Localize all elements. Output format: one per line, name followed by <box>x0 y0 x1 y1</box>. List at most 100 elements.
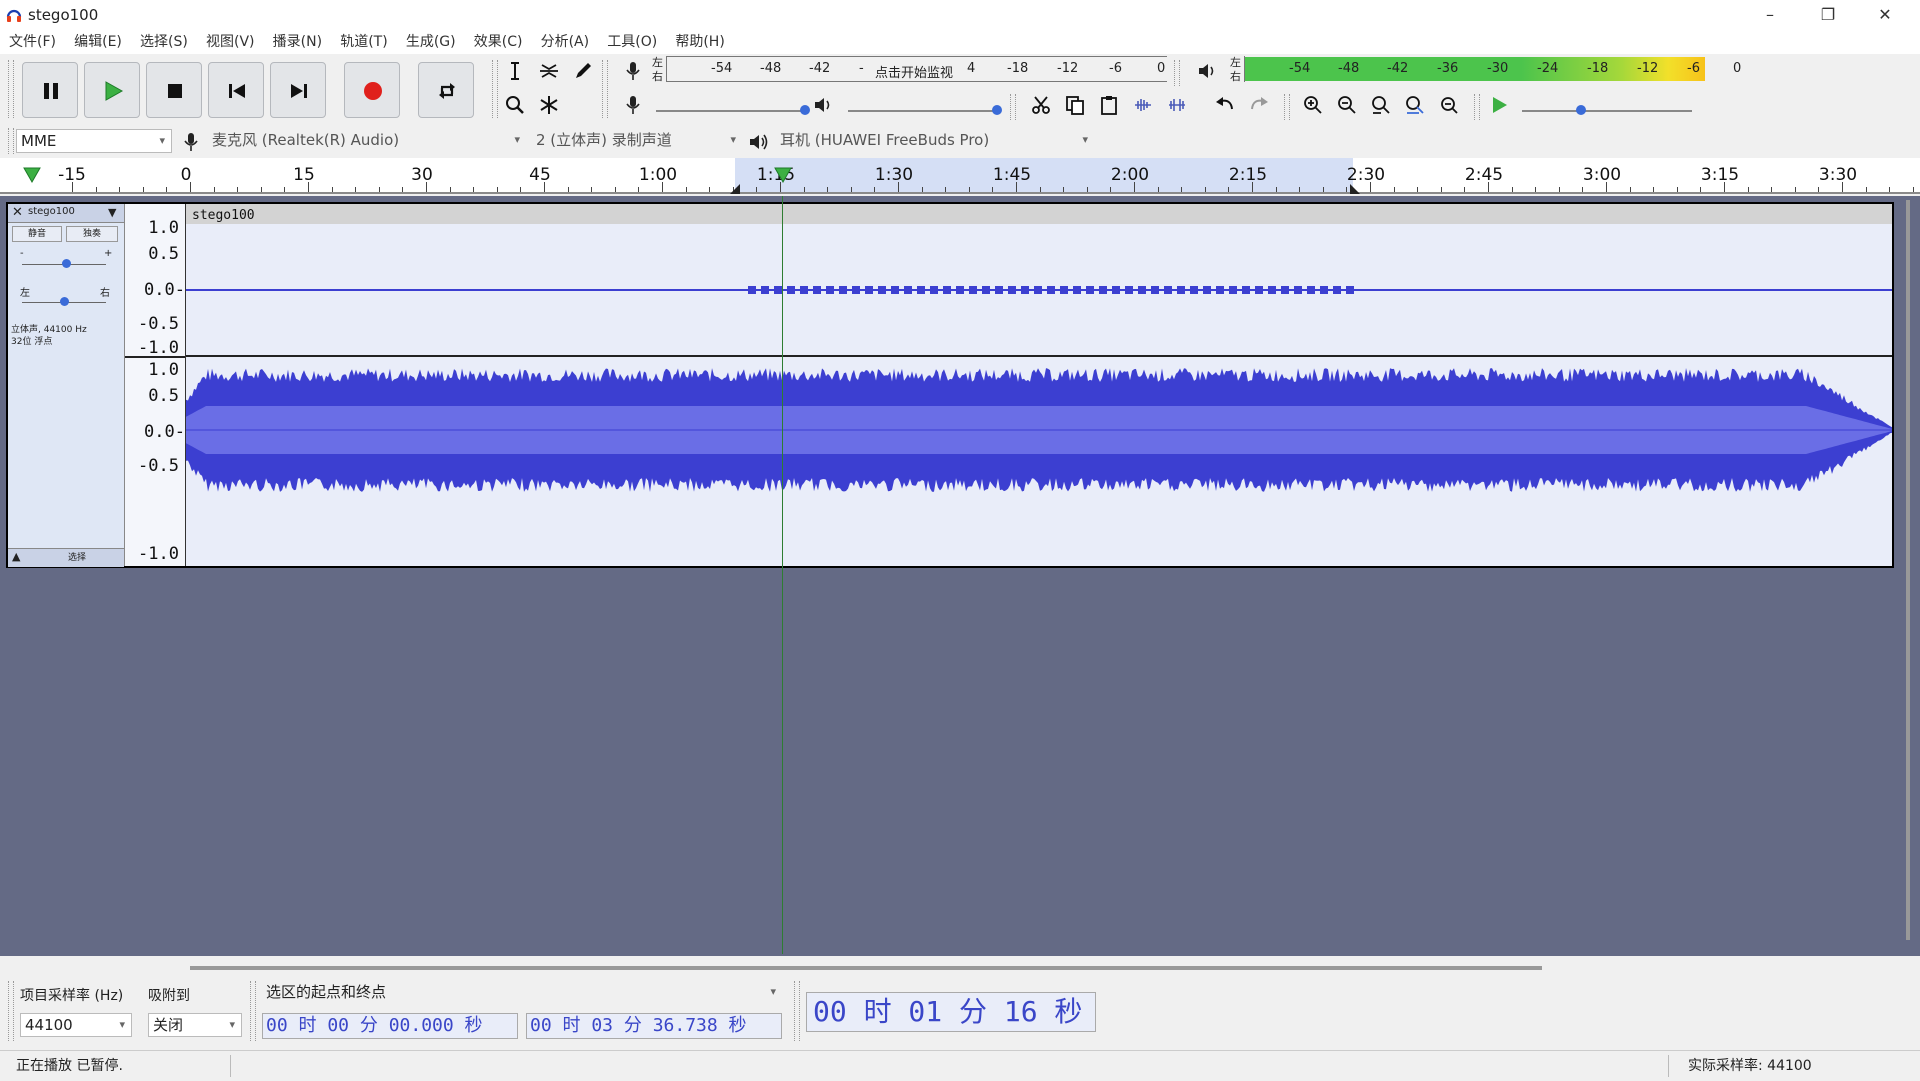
waveform-area[interactable]: stego100 <box>186 204 1892 566</box>
menu-help[interactable]: 帮助(H) <box>668 30 731 54</box>
record-button[interactable] <box>344 62 400 118</box>
horizontal-scrollbar[interactable] <box>190 966 1542 970</box>
clip-header[interactable] <box>186 204 1892 224</box>
zoom-toggle-button[interactable] <box>1434 90 1464 120</box>
toolbar-grip[interactable] <box>492 60 498 118</box>
selection-start-time[interactable]: 00 时 00 分 00.000 秒 <box>262 1013 518 1039</box>
record-meter[interactable]: -54 -48 -42 - 点击开始监视 4 -18 -12 -6 0 <box>666 56 1169 82</box>
zoom-tool-button[interactable] <box>500 90 530 120</box>
play-meter[interactable]: -54 -48 -42 -36 -30 -24 -18 -12 -6 0 <box>1244 56 1745 82</box>
selection-tool-button[interactable] <box>500 56 530 86</box>
select-track-button[interactable]: 选择 <box>32 550 122 563</box>
menu-tools[interactable]: 工具(O) <box>600 30 664 54</box>
menu-effect[interactable]: 效果(C) <box>467 30 530 54</box>
play-at-speed-button[interactable] <box>1484 90 1514 120</box>
microphone-icon <box>184 133 198 151</box>
pin-playhead-icon[interactable] <box>22 166 42 184</box>
record-meter-button[interactable] <box>618 56 648 86</box>
envelope-tool-button[interactable] <box>534 56 564 86</box>
playback-device-select[interactable]: 耳机 (HUAWEI FreeBuds Pro) ▾ <box>776 129 1094 153</box>
recording-device-select[interactable]: 麦克风 (Realtek(R) Audio) ▾ <box>208 129 526 153</box>
mute-button[interactable]: 静音 <box>12 226 62 242</box>
pan-slider[interactable] <box>22 297 106 306</box>
audio-position-display[interactable]: 00 时 01 分 16 秒 <box>806 992 1096 1032</box>
loop-button[interactable] <box>418 62 474 118</box>
collapse-track-icon[interactable]: ▲ <box>12 550 20 563</box>
toolbar-grip[interactable] <box>1284 94 1290 120</box>
pause-button[interactable] <box>22 62 78 118</box>
zoom-in-button[interactable] <box>1298 90 1328 120</box>
toolbar-grip[interactable] <box>8 128 14 154</box>
multi-tool-button[interactable] <box>534 90 564 120</box>
skip-to-end-button[interactable] <box>270 62 326 118</box>
track-close-button[interactable]: ✕ <box>12 205 23 220</box>
speaker-icon <box>1199 64 1214 78</box>
solo-button[interactable]: 独奏 <box>66 226 118 242</box>
vertical-scrollbar[interactable] <box>1906 200 1910 940</box>
snap-to-select[interactable]: 关闭 ▾ <box>148 1013 242 1037</box>
toolbar-grip[interactable] <box>250 981 256 1041</box>
zoom-out-button[interactable] <box>1332 90 1362 120</box>
close-button[interactable]: ✕ <box>1862 0 1908 30</box>
toolbar-grip[interactable] <box>1474 94 1480 120</box>
gain-slider[interactable] <box>22 259 106 268</box>
timeline-label: 0 <box>180 165 192 185</box>
fit-selection-button[interactable] <box>1366 90 1396 120</box>
play-meter-button[interactable] <box>1192 56 1222 86</box>
toolbar-grip[interactable] <box>794 981 800 1041</box>
toolbar-grip[interactable] <box>1010 94 1016 120</box>
selection-mode-select[interactable]: 选区的起点和终点 ▾ <box>262 981 782 1005</box>
menu-select[interactable]: 选择(S) <box>133 30 195 54</box>
selection-end-time[interactable]: 00 时 03 分 36.738 秒 <box>526 1013 782 1039</box>
record-volume-slider[interactable] <box>656 105 810 115</box>
selection-end-marker[interactable] <box>1350 184 1360 194</box>
toolbar-grip[interactable] <box>8 60 14 118</box>
track-control-panel[interactable]: ✕ stego100 ▼ 静音 独奏 - + 左 右 立体声, 44100 Hz… <box>8 204 125 567</box>
restore-button[interactable]: ❐ <box>1805 0 1851 30</box>
silence-audio-button[interactable] <box>1162 90 1192 120</box>
menu-edit[interactable]: 编辑(E) <box>67 30 129 54</box>
redo-button[interactable] <box>1244 90 1274 120</box>
slider-thumb[interactable] <box>1576 105 1586 115</box>
slider-thumb[interactable] <box>992 105 1002 115</box>
project-rate-select[interactable]: 44100 ▾ <box>20 1013 132 1037</box>
cut-button[interactable] <box>1026 90 1056 120</box>
amplitude-ruler[interactable]: 1.0 0.5 0.0- -0.5 -1.0 1.0 0.5 0.0- -0.5… <box>125 204 186 566</box>
play-speed-slider[interactable] <box>1522 105 1692 115</box>
paste-button[interactable] <box>1094 90 1124 120</box>
copy-button[interactable] <box>1060 90 1090 120</box>
menu-view[interactable]: 视图(V) <box>199 30 262 54</box>
recording-channels-select[interactable]: 2 (立体声) 录制声道 ▾ <box>532 129 742 153</box>
playback-volume-slider[interactable] <box>848 105 1002 115</box>
play-button[interactable] <box>84 62 140 118</box>
draw-tool-button[interactable] <box>568 56 598 86</box>
track-name-button[interactable]: stego100 <box>28 206 75 217</box>
menu-file[interactable]: 文件(F) <box>0 30 63 54</box>
track-workspace[interactable]: ✕ stego100 ▼ 静音 独奏 - + 左 右 立体声, 44100 Hz… <box>0 196 1920 956</box>
menu-tracks[interactable]: 轨道(T) <box>333 30 394 54</box>
timeline-ruler[interactable]: -15 0 15 30 45 1:00 1:15 1:30 1:45 2:00 … <box>0 158 1920 194</box>
click-to-monitor-label[interactable]: 点击开始监视 <box>875 62 953 81</box>
playhead-marker-icon[interactable] <box>773 166 793 184</box>
fit-project-button[interactable] <box>1400 90 1430 120</box>
undo-button[interactable] <box>1210 90 1240 120</box>
signal-mark <box>1333 286 1341 294</box>
skip-to-start-button[interactable] <box>208 62 264 118</box>
toolbar-grip[interactable] <box>8 981 14 1041</box>
selection-start-marker[interactable] <box>730 184 740 194</box>
menu-analyze[interactable]: 分析(A) <box>534 30 597 54</box>
audio-host-select[interactable]: MME ▾ <box>16 129 172 153</box>
menu-transport[interactable]: 播录(N) <box>266 30 329 54</box>
magnifier-icon <box>506 96 524 114</box>
slider-thumb[interactable] <box>60 297 69 306</box>
toolbar-grip[interactable] <box>602 60 608 118</box>
toolbar-grip[interactable] <box>1174 60 1180 86</box>
slider-thumb[interactable] <box>62 259 71 268</box>
minimize-button[interactable]: – <box>1747 0 1793 30</box>
trim-audio-button[interactable] <box>1128 90 1158 120</box>
signal-mark <box>1346 286 1354 294</box>
menu-generate[interactable]: 生成(G) <box>399 30 463 54</box>
track-menu-chevron-icon[interactable]: ▼ <box>108 206 116 219</box>
signal-mark <box>787 286 795 294</box>
stop-button[interactable] <box>146 62 202 118</box>
